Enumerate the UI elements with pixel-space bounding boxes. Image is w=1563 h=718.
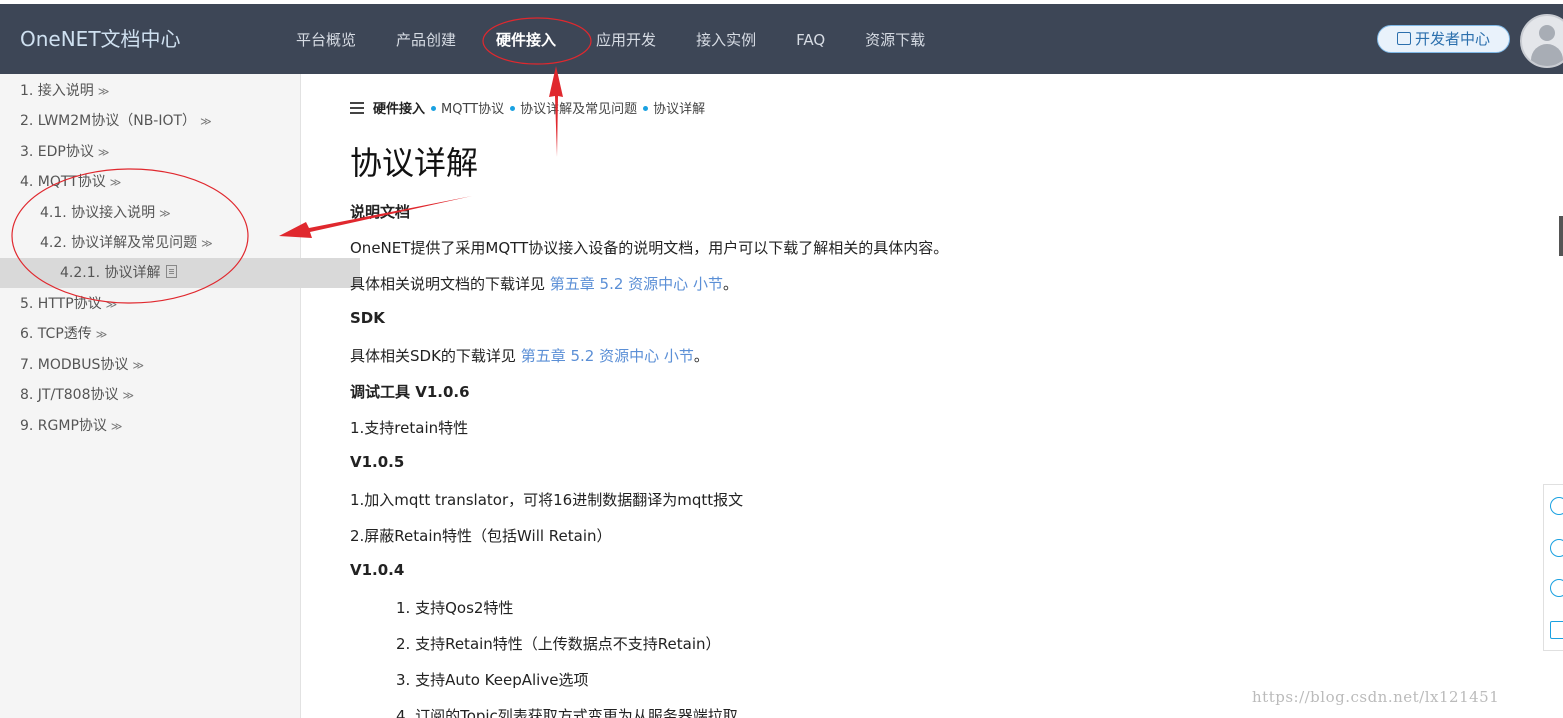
site-logo[interactable]: OneNET文档中心 xyxy=(20,4,181,74)
sidebar-item-label: 4.2.1. 协议详解 xyxy=(60,265,161,281)
section-heading: 调试工具 V1.0.6 xyxy=(350,383,470,401)
breadcrumb-item[interactable]: 协议详解及常见问题 xyxy=(520,102,637,117)
sidebar-item-label: 4. MQTT协议 xyxy=(20,174,106,190)
list-item: 3. 支持Auto KeepAlive选项 xyxy=(396,671,589,689)
sidebar-item-8[interactable]: 8. JT/T808协议 ≫ xyxy=(0,380,320,410)
section-heading: SDK xyxy=(350,309,385,327)
top-navbar: OneNET文档中心 平台概览 产品创建 硬件接入 应用开发 接入实例 FAQ … xyxy=(0,4,1563,74)
breadcrumb-item[interactable]: 协议详解 xyxy=(653,102,705,117)
sidebar-item-7[interactable]: 7. MODBUS协议 ≫ xyxy=(0,350,320,380)
breadcrumb-separator xyxy=(643,106,649,111)
nav-platform-overview[interactable]: 平台概览 xyxy=(276,4,376,74)
sidebar-item-4-2-1[interactable]: 4.2.1. 协议详解 xyxy=(0,258,360,288)
watermark: https://blog.csdn.net/lx121451 xyxy=(1252,688,1500,706)
dev-center-label: 开发者中心 xyxy=(1414,30,1490,48)
chevron-down-icon: ≫ xyxy=(159,207,171,220)
sidebar-item-4-1[interactable]: 4.1. 协议接入说明 ≫ xyxy=(0,198,340,228)
avatar-head-shape xyxy=(1539,25,1555,41)
paragraph: 具体相关说明文档的下载详见 第五章 5.2 资源中心 小节。 xyxy=(350,273,738,294)
section-heading: V1.0.4 xyxy=(350,561,405,579)
sidebar-item-9[interactable]: 9. RGMP协议 ≫ xyxy=(0,411,320,441)
mail-icon[interactable] xyxy=(1550,621,1563,639)
sidebar-item-label: 1. 接入说明 xyxy=(20,83,94,99)
chevron-down-icon: ≫ xyxy=(97,146,110,159)
nav-hardware-access[interactable]: 硬件接入 xyxy=(476,4,576,74)
text: 具体相关SDK的下载详见 xyxy=(350,347,521,365)
text: 。 xyxy=(722,275,738,293)
chevron-down-icon: ≫ xyxy=(109,176,122,189)
nav-downloads[interactable]: 资源下载 xyxy=(845,4,945,74)
list-item: 1.加入mqtt translator，可将16进制数据翻译为mqtt报文 xyxy=(350,491,744,509)
main-nav: 平台概览 产品创建 硬件接入 应用开发 接入实例 FAQ 资源下载 xyxy=(276,4,945,74)
list-item: 1.支持retain特性 xyxy=(350,419,469,437)
smile-icon[interactable] xyxy=(1550,539,1563,557)
sidebar-item-label: 2. LWM2M协议（NB-IOT） xyxy=(20,113,197,129)
chevron-down-icon: ≫ xyxy=(110,420,123,433)
chevron-down-icon: ≫ xyxy=(200,115,212,128)
chat-icon[interactable] xyxy=(1550,579,1563,597)
sidebar-item-2[interactable]: 2. LWM2M协议（NB-IOT） ≫ xyxy=(0,106,320,136)
nav-product-create[interactable]: 产品创建 xyxy=(376,4,476,74)
sidebar-item-label: 4.2. 协议详解及常见问题 xyxy=(40,235,198,251)
breadcrumb: 硬件接入 MQTT协议 协议详解及常见问题 协议详解 xyxy=(350,98,705,117)
robot-icon[interactable] xyxy=(1550,497,1563,515)
section-heading: 说明文档 xyxy=(350,203,411,221)
breadcrumb-separator xyxy=(510,106,516,111)
list-item: 4. 订阅的Topic列表获取方式变更为从服务器端拉取 xyxy=(396,707,738,718)
sidebar-item-label: 5. HTTP协议 xyxy=(20,296,102,312)
text: 具体相关说明文档的下载详见 xyxy=(350,275,550,293)
sidebar-item-3[interactable]: 3. EDP协议 ≫ xyxy=(0,137,320,167)
list-item: 2. 支持Retain特性（上传数据点不支持Retain） xyxy=(396,635,721,653)
sidebar: 1. 接入说明 ≫ 2. LWM2M协议（NB-IOT） ≫ 3. EDP协议 ≫ 4… xyxy=(0,74,360,718)
menu-icon[interactable] xyxy=(350,102,364,114)
list-item: 1. 支持Qos2特性 xyxy=(396,599,514,617)
chevron-down-icon: ≫ xyxy=(132,359,144,372)
resource-center-link[interactable]: 第五章 5.2 资源中心 小节 xyxy=(521,347,694,365)
sidebar-item-4[interactable]: 4. MQTT协议 ≫ xyxy=(0,167,320,197)
section-heading: V1.0.5 xyxy=(350,453,405,471)
chevron-down-icon: ≫ xyxy=(95,328,108,341)
avatar[interactable] xyxy=(1520,14,1563,68)
document-icon xyxy=(165,265,177,278)
sidebar-item-1[interactable]: 1. 接入说明 ≫ xyxy=(0,76,320,106)
nav-examples[interactable]: 接入实例 xyxy=(676,4,776,74)
chevron-down-icon: ≫ xyxy=(105,298,118,311)
sidebar-item-label: 9. RGMP协议 xyxy=(20,418,107,434)
sidebar-item-6[interactable]: 6. TCP透传 ≫ xyxy=(0,319,320,349)
nav-faq[interactable]: FAQ xyxy=(776,4,845,74)
list-item: 2.屏蔽Retain特性（包括Will Retain） xyxy=(350,527,612,545)
nav-app-dev[interactable]: 应用开发 xyxy=(576,4,676,74)
sidebar-item-4-2[interactable]: 4.2. 协议详解及常见问题 ≫ xyxy=(0,228,340,258)
sidebar-item-label: 8. JT/T808协议 xyxy=(20,387,119,403)
resource-center-link[interactable]: 第五章 5.2 资源中心 小节 xyxy=(550,275,723,293)
breadcrumb-separator xyxy=(431,106,437,111)
avatar-body-shape xyxy=(1531,44,1563,66)
breadcrumb-item[interactable]: 硬件接入 xyxy=(373,102,425,117)
sidebar-item-5[interactable]: 5. HTTP协议 ≫ xyxy=(0,289,320,319)
article-content: 硬件接入 MQTT协议 协议详解及常见问题 协议详解 协议详解 说明文档 OneNET… xyxy=(350,74,1500,718)
chevron-down-icon: ≫ xyxy=(122,389,134,402)
chevron-down-icon: ≫ xyxy=(201,237,213,250)
scrollbar[interactable] xyxy=(1559,216,1563,256)
dev-center-button[interactable]: 开发者中心 xyxy=(1377,25,1510,53)
sidebar-item-label: 4.1. 协议接入说明 xyxy=(40,205,156,221)
paragraph: OneNET提供了采用MQTT协议接入设备的说明文档，用户可以下载了解相关的具体… xyxy=(350,239,949,257)
chevron-down-icon: ≫ xyxy=(97,85,110,98)
sidebar-item-label: 7. MODBUS协议 xyxy=(20,357,129,373)
sidebar-item-label: 3. EDP协议 xyxy=(20,144,94,160)
paragraph: 具体相关SDK的下载详见 第五章 5.2 资源中心 小节。 xyxy=(350,345,709,366)
dev-center-icon xyxy=(1396,32,1411,45)
breadcrumb-item[interactable]: MQTT协议 xyxy=(441,102,504,117)
text: 。 xyxy=(693,347,709,365)
floating-toolbar xyxy=(1543,484,1563,651)
page-title: 协议详解 xyxy=(350,144,479,182)
sidebar-item-label: 6. TCP透传 xyxy=(20,326,92,342)
